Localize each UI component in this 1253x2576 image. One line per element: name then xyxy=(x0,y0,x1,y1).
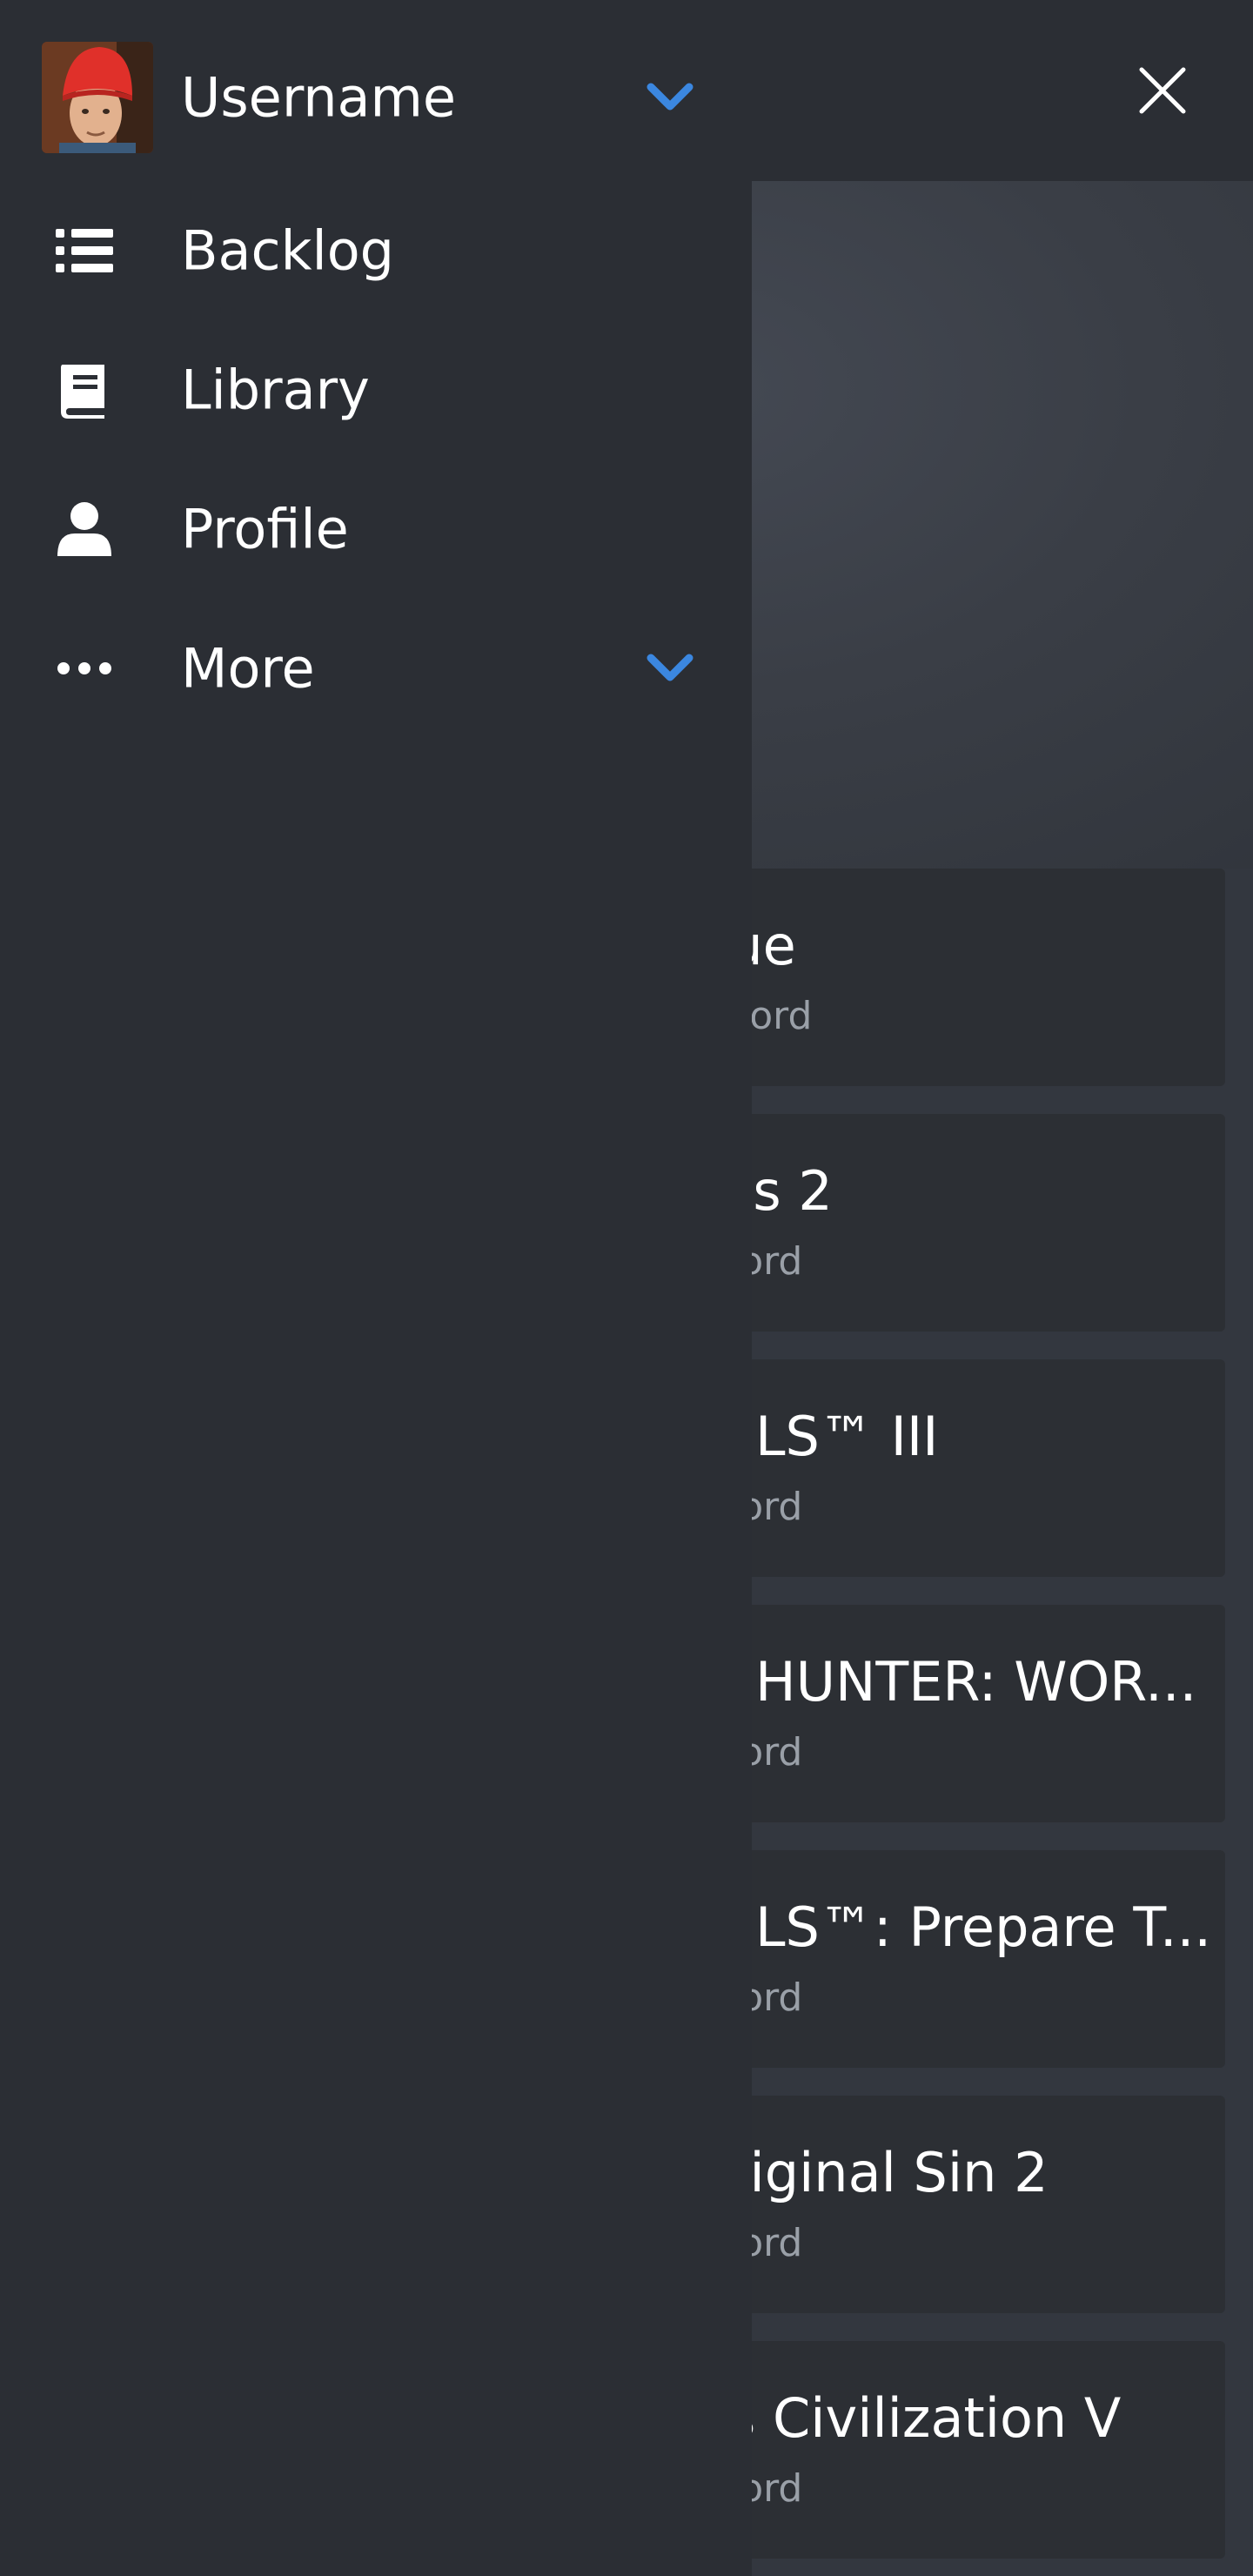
ellipsis-icon xyxy=(57,662,111,674)
nav-item-more[interactable]: More xyxy=(0,599,752,738)
user-avatar xyxy=(42,42,153,153)
nav-item-backlog[interactable]: Backlog xyxy=(0,181,752,320)
game-title: HUNTER: WOR... xyxy=(755,1650,1197,1714)
list-icon xyxy=(56,229,113,272)
nav-item-label: More xyxy=(181,636,315,701)
game-title: LS™ III xyxy=(755,1405,939,1468)
game-title: LS™: Prepare T... xyxy=(755,1895,1212,1959)
username-label: Username xyxy=(181,65,457,130)
chevron-down-icon[interactable] xyxy=(646,80,694,115)
game-title: riginal Sin 2 xyxy=(727,2141,1049,2204)
nav-item-label: Backlog xyxy=(181,218,395,283)
nav-item-label: Profile xyxy=(181,497,349,561)
avatar-image xyxy=(42,42,153,153)
book-icon xyxy=(61,365,104,419)
nav-item-label: Library xyxy=(181,358,370,422)
game-title: s Civilization V xyxy=(727,2386,1122,2450)
navigation-drawer: Username Backlog Library Profile More xyxy=(0,0,752,2576)
nav-item-library[interactable]: Library xyxy=(0,320,752,460)
close-icon[interactable] xyxy=(1128,56,1197,125)
account-switcher[interactable]: Username xyxy=(0,28,752,167)
nav-item-profile[interactable]: Profile xyxy=(0,460,752,599)
chevron-down-icon[interactable] xyxy=(646,651,694,686)
person-icon xyxy=(57,502,111,556)
